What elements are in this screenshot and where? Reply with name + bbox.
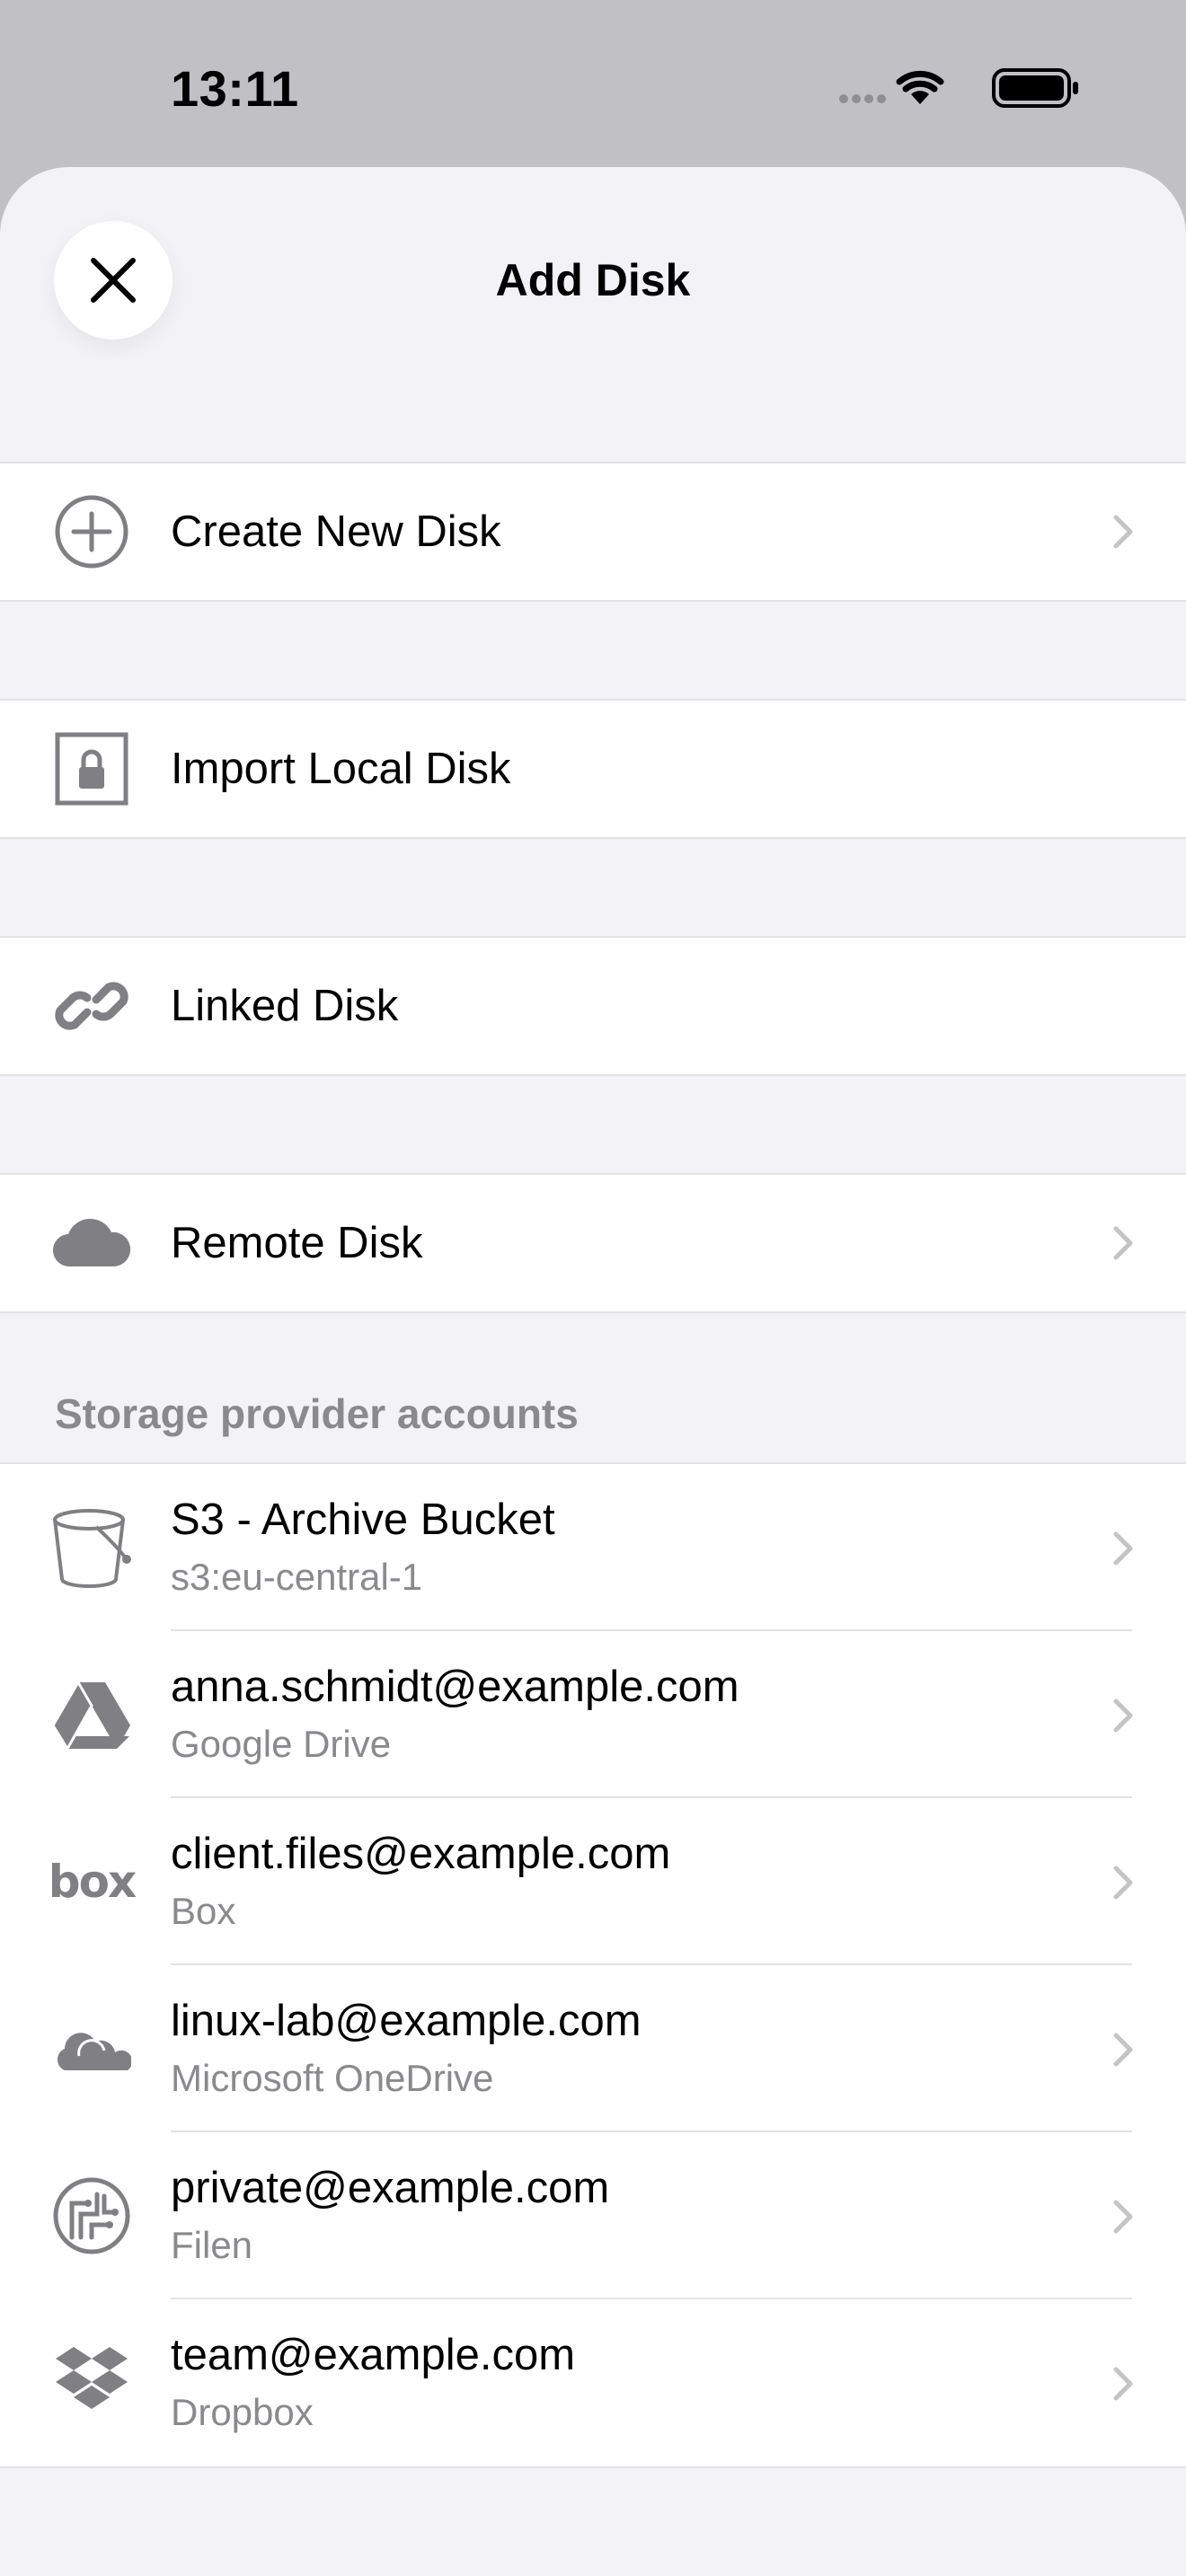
google-drive-icon bbox=[38, 1676, 146, 1753]
account-subtitle: Filen bbox=[171, 2224, 253, 2266]
account-row-onedrive[interactable]: linux-lab@example.com Microsoft OneDrive bbox=[0, 1965, 1186, 2132]
remote-disk-label: Remote Disk bbox=[171, 1219, 423, 1267]
status-time: 13:11 bbox=[171, 60, 299, 117]
create-new-disk-label: Create New Disk bbox=[171, 507, 501, 556]
account-subtitle: s3:eu-central-1 bbox=[171, 1556, 423, 1598]
linked-disk-label: Linked Disk bbox=[171, 982, 399, 1030]
remote-disk-group: Remote Disk bbox=[0, 1173, 1186, 1313]
chevron-right-icon bbox=[1113, 2367, 1133, 2401]
chevron-right-icon bbox=[1113, 1698, 1133, 1733]
link-icon bbox=[38, 968, 146, 1044]
status-bar: 13:11 bbox=[0, 0, 1186, 167]
account-title: S3 - Archive Bucket bbox=[171, 1495, 555, 1544]
chevron-right-icon bbox=[1113, 515, 1133, 549]
create-new-disk-row[interactable]: Create New Disk bbox=[0, 463, 1186, 600]
account-title: anna.schmidt@example.com bbox=[171, 1663, 739, 1711]
chevron-right-icon bbox=[1113, 2200, 1133, 2234]
status-icons bbox=[839, 65, 1082, 110]
account-title: private@example.com bbox=[171, 2164, 610, 2212]
account-row-s3[interactable]: S3 - Archive Bucket s3:eu-central-1 bbox=[0, 1464, 1186, 1631]
account-title: linux-lab@example.com bbox=[171, 1997, 642, 2045]
chevron-right-icon bbox=[1113, 1531, 1133, 1566]
signal-dots-icon bbox=[839, 68, 1078, 108]
filen-icon bbox=[38, 2177, 146, 2254]
account-row-filen[interactable]: private@example.com Filen bbox=[0, 2132, 1186, 2299]
box-logo-icon: box bbox=[38, 1843, 146, 1920]
storage-accounts-header: Storage provider accounts bbox=[55, 1390, 579, 1437]
wifi-icon bbox=[896, 70, 944, 104]
account-row-box[interactable]: box client.files@example.com Box bbox=[0, 1798, 1186, 1965]
sheet-title: Add Disk bbox=[495, 255, 691, 305]
lock-box-icon bbox=[38, 731, 146, 807]
account-subtitle: Microsoft OneDrive bbox=[171, 2057, 494, 2099]
import-local-disk-label: Import Local Disk bbox=[171, 745, 511, 793]
bucket-icon bbox=[38, 1509, 146, 1588]
account-title: client.files@example.com bbox=[171, 1830, 671, 1878]
linked-disk-group: Linked Disk bbox=[0, 936, 1186, 1076]
remote-disk-row[interactable]: Remote Disk bbox=[0, 1175, 1186, 1311]
plus-circle-icon bbox=[38, 494, 146, 569]
account-row-dropbox[interactable]: team@example.com Dropbox bbox=[0, 2299, 1186, 2466]
account-title: team@example.com bbox=[171, 2331, 576, 2379]
account-row-google-drive[interactable]: anna.schmidt@example.com Google Drive bbox=[0, 1631, 1186, 1798]
add-disk-sheet: Add Disk Create New Disk Import Local Di… bbox=[0, 167, 1186, 2576]
chevron-right-icon bbox=[1113, 1866, 1133, 1900]
create-disk-group: Create New Disk bbox=[0, 462, 1186, 602]
import-local-disk-row[interactable]: Import Local Disk bbox=[0, 701, 1186, 837]
chevron-right-icon bbox=[1113, 1226, 1133, 1260]
chevron-right-icon bbox=[1113, 2033, 1133, 2067]
account-subtitle: Box bbox=[171, 1890, 236, 1932]
account-subtitle: Dropbox bbox=[171, 2391, 314, 2433]
box-logo-text: box bbox=[48, 1856, 137, 1908]
onedrive-icon bbox=[38, 2010, 146, 2087]
cloud-icon bbox=[38, 1205, 146, 1281]
dropbox-icon bbox=[38, 2344, 146, 2422]
battery-icon bbox=[992, 68, 1078, 108]
import-disk-group: Import Local Disk bbox=[0, 699, 1186, 839]
accounts-list: S3 - Archive Bucket s3:eu-central-1 anna… bbox=[0, 1462, 1186, 2468]
account-subtitle: Google Drive bbox=[171, 1723, 392, 1765]
linked-disk-row[interactable]: Linked Disk bbox=[0, 938, 1186, 1074]
